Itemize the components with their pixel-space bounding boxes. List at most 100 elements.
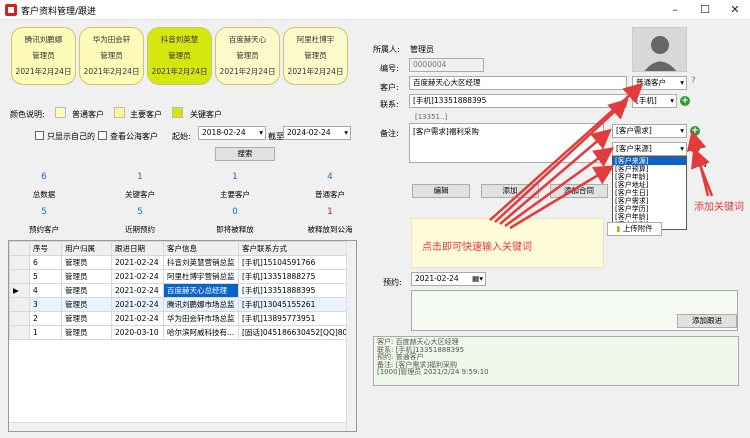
table-row[interactable]: 2 管理员 2021-02-24 华为田会轩市场总监 [手机]13895773951 — [9, 311, 356, 326]
add-note-type-icon[interactable]: + — [690, 126, 700, 136]
table-cell: 2021-02-24 — [111, 269, 164, 284]
end-date-value: 2024-02-24 — [287, 128, 331, 137]
column-header[interactable]: 客户联系方式 — [238, 241, 356, 256]
table-cell: 2021-02-24 — [111, 255, 164, 270]
card-date: 2021年2月24日 — [219, 67, 276, 76]
contact-input[interactable]: [手机]13351888395 — [409, 94, 627, 108]
add-source-type-icon[interactable]: + — [690, 143, 700, 153]
row-selector[interactable] — [9, 269, 30, 284]
customer-card[interactable]: 抖音刘英慧 管理员 2021年2月24日 — [147, 27, 212, 85]
table-row[interactable]: 5 管理员 2021-02-24 阿里杜博宇营销总监 [手机]13351888275 — [9, 269, 356, 284]
legend-key-swatch — [172, 107, 183, 118]
avatar[interactable] — [632, 27, 687, 72]
close-button[interactable]: ✕ — [720, 0, 750, 20]
appoint-date-picker[interactable]: 2021-02-24 ▦▾ — [411, 272, 486, 286]
table-cell: 4 — [29, 283, 62, 298]
log-line: [1000]管理员 2021/2/24 9:59:10 — [377, 368, 489, 376]
table-cell: 华为田会轩市场总监 — [163, 311, 239, 326]
dropdown-option[interactable]: [客户年龄] — [613, 173, 686, 181]
note-textarea[interactable]: [客户需求]福利采购 — [409, 123, 604, 163]
keyword-dropdown[interactable]: [客户来源] [客户预算] [客户年龄] [客户地址] [客户生日] [客户需求] [客户学… — [612, 156, 687, 230]
column-header[interactable]: 跟进日期 — [111, 241, 164, 256]
add-button[interactable]: 添加 — [481, 184, 539, 198]
table-cell: 2021-02-24 — [111, 311, 164, 326]
chevron-down-icon: ▾ — [344, 128, 348, 137]
legend-key-label: 关键客户 — [190, 110, 222, 119]
customer-type-value: 普通客户 — [636, 78, 666, 87]
table-cell: 哈尔滨阿威科技有... — [163, 325, 239, 340]
table-row[interactable]: 6 管理员 2021-02-24 抖音刘英慧营销总监 [手机]15104591766 — [9, 255, 356, 270]
card-owner: 管理员 — [32, 51, 55, 60]
table-cell: 管理员 — [61, 283, 112, 298]
table-row[interactable]: 3 管理员 2021-02-24 腾讯刘鹏娜市场总监 [手机]13045155261 — [9, 297, 356, 312]
person-silhouette-icon — [633, 28, 686, 71]
minimize-button[interactable]: – — [660, 0, 690, 20]
customer-card[interactable]: 华为田会轩 管理员 2021年2月24日 — [79, 27, 144, 85]
row-selector[interactable] — [9, 311, 30, 326]
stat-value: 1 — [232, 172, 238, 182]
dropdown-option[interactable]: [客户预算] — [613, 165, 686, 173]
customer-table-container: 序号 用户归属 跟进日期 客户信息 客户联系方式 6 管理员 2021-02-24 抖音刘英慧… — [8, 240, 357, 432]
start-date-picker[interactable]: 2018-02-24 ▾ — [198, 126, 266, 140]
stat-value: 1 — [327, 207, 333, 217]
table-cell: 3 — [29, 297, 62, 312]
chevron-down-icon: ▾ — [680, 144, 684, 153]
note-type-select[interactable]: [客户需求] ▾ — [612, 124, 687, 138]
chevron-down-icon: ▾ — [680, 78, 684, 87]
contact-type-select[interactable]: [手机] ▾ — [632, 94, 677, 108]
dropdown-option[interactable]: [客户年龄] — [613, 213, 686, 221]
customer-card[interactable]: 百度赫天心 管理员 2021年2月24日 — [215, 27, 280, 85]
dropdown-option[interactable]: [客户需求] — [613, 197, 686, 205]
stat-value: 4 — [327, 172, 333, 182]
dropdown-option[interactable]: [客户来源] — [613, 157, 686, 165]
owner-value: 管理员 — [410, 45, 434, 54]
stat-value: 5 — [41, 207, 47, 217]
end-date-picker[interactable]: 2024-02-24 ▾ — [283, 126, 351, 140]
search-button[interactable]: 搜索 — [215, 147, 275, 161]
table-cell: 5 — [29, 269, 62, 284]
column-header[interactable]: 用户归属 — [61, 241, 112, 256]
title-bar — [0, 0, 750, 20]
upload-icon: ▮ — [616, 224, 621, 233]
help-icon[interactable]: ? — [691, 76, 696, 86]
only-mine-checkbox[interactable] — [35, 131, 44, 140]
customer-input[interactable]: 百度赫天心大区经理 — [409, 76, 627, 90]
customer-type-select[interactable]: 普通客户 ▾ — [632, 76, 687, 90]
dropdown-option[interactable]: [客户地址] — [613, 181, 686, 189]
source-type-select[interactable]: [客户来源] ▾ — [612, 142, 687, 156]
view-pool-checkbox[interactable] — [98, 131, 107, 140]
table-cell: 管理员 — [61, 297, 112, 312]
row-selector[interactable] — [9, 325, 30, 340]
vertical-scrollbar[interactable] — [346, 241, 356, 431]
followup-log: 客户: 百度赫天心大区经理 联系: [手机]13351888395 预约: 普通客户… — [373, 336, 739, 386]
table-cell: [手机]13351888395 — [238, 283, 356, 298]
stat-label: 总数据 — [32, 190, 56, 199]
row-selector[interactable]: ▶ — [9, 283, 30, 298]
upload-button[interactable]: ▮ 上传附件 — [607, 222, 662, 236]
table-cell: 管理员 — [61, 325, 112, 340]
dropdown-option[interactable]: [客户生日] — [613, 189, 686, 197]
add-contact-type-icon[interactable]: + — [680, 96, 690, 106]
table-cell: 6 — [29, 255, 62, 270]
customer-card[interactable]: 阿里杜博宇 管理员 2021年2月24日 — [283, 27, 348, 85]
column-header[interactable]: 客户信息 — [163, 241, 239, 256]
stat-value: 5 — [137, 207, 143, 217]
table-cell: 管理员 — [61, 255, 112, 270]
add-contract-button[interactable]: 添加合同 — [550, 184, 608, 198]
column-header[interactable]: 序号 — [29, 241, 62, 256]
card-owner: 管理员 — [168, 51, 191, 60]
customer-card[interactable]: 腾讯刘鹏娜 管理员 2021年2月24日 — [11, 27, 76, 85]
card-name: 百度赫天心 — [228, 35, 267, 44]
edit-button[interactable]: 编辑 — [412, 184, 470, 198]
table-row[interactable]: ▶ 4 管理员 2021-02-24 百度赫天心总经理 [手机]13351888395 — [9, 283, 356, 298]
row-selector[interactable] — [9, 297, 30, 312]
maximize-button[interactable]: ☐ — [690, 0, 720, 20]
card-date: 2021年2月24日 — [151, 67, 208, 76]
row-selector[interactable] — [9, 255, 30, 270]
note-type-value: [客户需求] — [616, 126, 652, 135]
horizontal-scrollbar[interactable] — [9, 422, 346, 431]
table-row[interactable]: 1 管理员 2020-03-10 哈尔滨阿威科技有... [固话]04518663045… — [9, 325, 356, 340]
add-followup-button[interactable]: 添加跟进 — [677, 314, 737, 328]
dropdown-option[interactable]: [客户学历] — [613, 205, 686, 213]
card-name: 腾讯刘鹏娜 — [24, 35, 63, 44]
